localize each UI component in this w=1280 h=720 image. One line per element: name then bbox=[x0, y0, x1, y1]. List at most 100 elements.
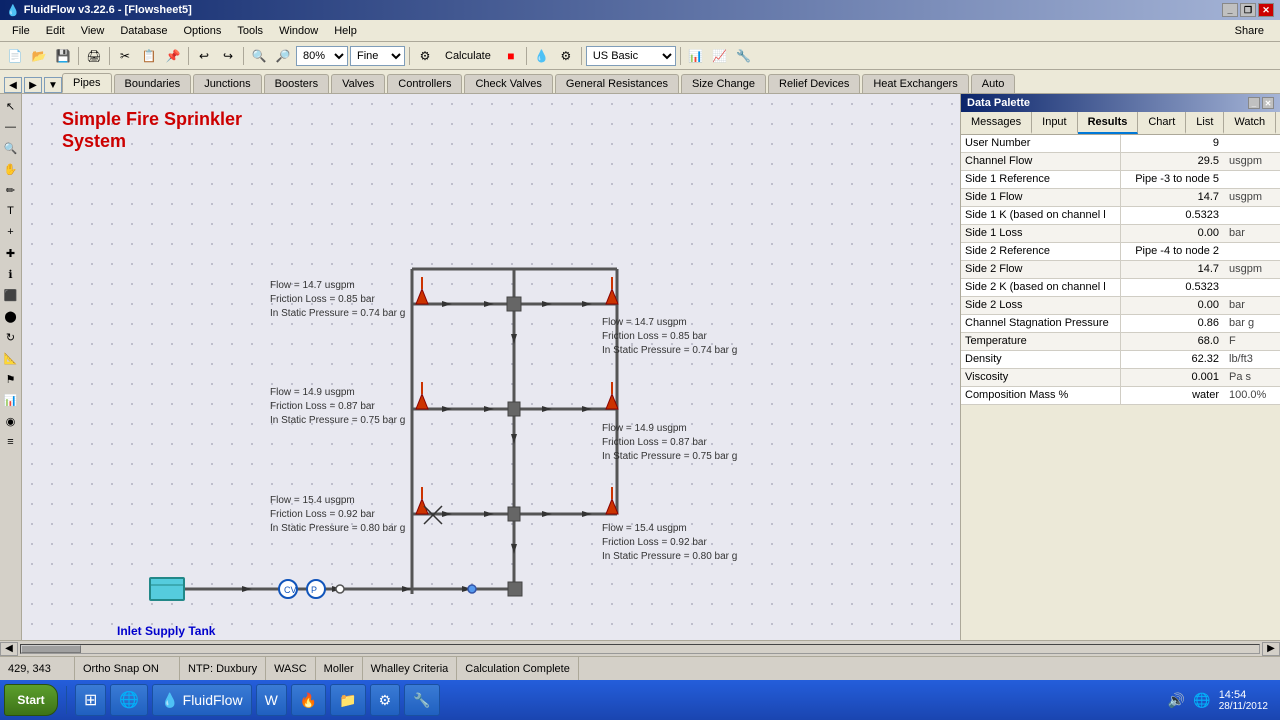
tool1[interactable]: 📊 bbox=[685, 45, 707, 67]
tab-watch[interactable]: Watch bbox=[1224, 112, 1276, 134]
tab-next[interactable]: ▶ bbox=[24, 77, 42, 93]
tab-input[interactable]: Input bbox=[1032, 112, 1077, 134]
tool2[interactable]: 📈 bbox=[709, 45, 731, 67]
paste-button[interactable]: 📌 bbox=[162, 45, 184, 67]
menu-edit[interactable]: Edit bbox=[38, 23, 73, 39]
tab-size-change[interactable]: Size Change bbox=[681, 74, 766, 93]
taskbar-btn-file[interactable]: 📁 bbox=[330, 684, 365, 716]
more-tool[interactable]: ≡ bbox=[1, 432, 21, 452]
tray-speaker[interactable]: 🔊 bbox=[1168, 692, 1185, 709]
pipe-tool[interactable]: — bbox=[1, 117, 21, 137]
canvas-area[interactable]: Simple Fire Sprinkler System bbox=[22, 94, 960, 640]
menu-window[interactable]: Window bbox=[271, 23, 326, 39]
minimize-button[interactable]: _ bbox=[1222, 3, 1238, 17]
data-row-9[interactable]: Side 2 Loss0.00bar bbox=[961, 297, 1280, 315]
component-tool[interactable]: ⬛ bbox=[1, 285, 21, 305]
chart-tool[interactable]: 📊 bbox=[1, 390, 21, 410]
data-row-4[interactable]: Side 1 K (based on channel l0.5323 bbox=[961, 207, 1280, 225]
settings-icon[interactable]: ⚙ bbox=[555, 45, 577, 67]
menu-options[interactable]: Options bbox=[175, 23, 229, 39]
open-button[interactable]: 📂 bbox=[28, 45, 50, 67]
tab-results[interactable]: Results bbox=[1078, 112, 1139, 134]
zoom-out-button[interactable]: 🔎 bbox=[272, 45, 294, 67]
taskbar-btn-gear[interactable]: ⚙ bbox=[370, 684, 401, 716]
add-tool[interactable]: + bbox=[1, 222, 21, 242]
share-button[interactable]: Share bbox=[1227, 23, 1272, 39]
tab-valves[interactable]: Valves bbox=[331, 74, 385, 93]
redo-button[interactable]: ↪ bbox=[217, 45, 239, 67]
data-row-3[interactable]: Side 1 Flow14.7usgpm bbox=[961, 189, 1280, 207]
data-row-13[interactable]: Viscosity0.001Pa s bbox=[961, 369, 1280, 387]
menu-file[interactable]: File bbox=[4, 23, 38, 39]
extra-tool[interactable]: ◉ bbox=[1, 411, 21, 431]
tool3[interactable]: 🔧 bbox=[733, 45, 755, 67]
select-tool[interactable]: ↖ bbox=[1, 96, 21, 116]
ortho-status[interactable]: Ortho Snap ON bbox=[75, 657, 180, 680]
data-row-7[interactable]: Side 2 Flow14.7usgpm bbox=[961, 261, 1280, 279]
tab-menu[interactable]: ▼ bbox=[44, 77, 62, 93]
tab-boundaries[interactable]: Boundaries bbox=[114, 74, 192, 93]
tab-auto[interactable]: Auto bbox=[971, 74, 1016, 93]
scroll-left[interactable]: ◀ bbox=[0, 642, 18, 656]
node-tool[interactable]: ⬤ bbox=[1, 306, 21, 326]
h-scroll[interactable]: ◀ ▶ bbox=[0, 640, 1280, 656]
detail-select[interactable]: Fine Coarse bbox=[350, 46, 405, 66]
start-button[interactable]: Start bbox=[4, 684, 58, 716]
flag-tool[interactable]: ⚑ bbox=[1, 369, 21, 389]
window-controls[interactable]: _ ❐ ✕ bbox=[1222, 3, 1274, 17]
data-row-12[interactable]: Density62.32lb/ft3 bbox=[961, 351, 1280, 369]
data-row-8[interactable]: Side 2 K (based on channel l0.5323 bbox=[961, 279, 1280, 297]
tab-check-valves[interactable]: Check Valves bbox=[464, 74, 552, 93]
data-row-5[interactable]: Side 1 Loss0.00bar bbox=[961, 225, 1280, 243]
taskbar-btn-word[interactable]: W bbox=[256, 684, 287, 716]
data-row-14[interactable]: Composition Mass %water100.0% bbox=[961, 387, 1280, 405]
menu-view[interactable]: View bbox=[73, 23, 113, 39]
menu-tools[interactable]: Tools bbox=[229, 23, 271, 39]
tray-network[interactable]: 🌐 bbox=[1193, 692, 1210, 709]
menu-database[interactable]: Database bbox=[112, 23, 175, 39]
scroll-thumb[interactable] bbox=[21, 645, 81, 653]
taskbar-btn-1[interactable]: ⊞ bbox=[75, 684, 106, 716]
tab-junctions[interactable]: Junctions bbox=[193, 74, 261, 93]
close-button[interactable]: ✕ bbox=[1258, 3, 1274, 17]
data-row-10[interactable]: Channel Stagnation Pressure0.86bar g bbox=[961, 315, 1280, 333]
tab-relief-devices[interactable]: Relief Devices bbox=[768, 74, 860, 93]
scroll-track[interactable] bbox=[20, 644, 1260, 654]
tab-messages[interactable]: Messages bbox=[961, 112, 1032, 134]
calculate-button[interactable]: Calculate bbox=[438, 45, 498, 67]
taskbar-btn-2[interactable]: 🌐 bbox=[110, 684, 148, 716]
data-row-0[interactable]: User Number9 bbox=[961, 135, 1280, 153]
taskbar-btn-fluidsim[interactable]: 💧 FluidFlow bbox=[152, 684, 251, 716]
text-tool[interactable]: T bbox=[1, 201, 21, 221]
tab-pipes[interactable]: Pipes bbox=[62, 73, 112, 93]
tab-heat-exchangers[interactable]: Heat Exchangers bbox=[862, 74, 968, 93]
data-row-1[interactable]: Channel Flow29.5usgpm bbox=[961, 153, 1280, 171]
cut-button[interactable]: ✂ bbox=[114, 45, 136, 67]
print-button[interactable]: 🖨 bbox=[83, 45, 105, 67]
tab-chart[interactable]: Chart bbox=[1138, 112, 1186, 134]
save-button[interactable]: 💾 bbox=[52, 45, 74, 67]
menu-help[interactable]: Help bbox=[326, 23, 365, 39]
units-select[interactable]: US Basic SI bbox=[586, 46, 676, 66]
info-tool[interactable]: ℹ bbox=[1, 264, 21, 284]
data-row-6[interactable]: Side 2 ReferencePipe -4 to node 2 bbox=[961, 243, 1280, 261]
tab-general-res[interactable]: General Resistances bbox=[555, 74, 679, 93]
tab-prev[interactable]: ◀ bbox=[4, 77, 22, 93]
draw-tool[interactable]: ✏ bbox=[1, 180, 21, 200]
data-row-2[interactable]: Side 1 ReferencePipe -3 to node 5 bbox=[961, 171, 1280, 189]
data-row-11[interactable]: Temperature68.0F bbox=[961, 333, 1280, 351]
tab-boosters[interactable]: Boosters bbox=[264, 74, 329, 93]
scroll-right[interactable]: ▶ bbox=[1262, 642, 1280, 656]
undo-button[interactable]: ↩ bbox=[193, 45, 215, 67]
measure-tool[interactable]: 📐 bbox=[1, 348, 21, 368]
cross-tool[interactable]: ✚ bbox=[1, 243, 21, 263]
zoom-select[interactable]: 80% 100% 50% bbox=[296, 46, 348, 66]
taskbar-btn-wrench[interactable]: 🔧 bbox=[404, 684, 439, 716]
copy-button[interactable]: 📋 bbox=[138, 45, 160, 67]
restore-button[interactable]: ❐ bbox=[1240, 3, 1256, 17]
taskbar-btn-fire[interactable]: 🔥 bbox=[291, 684, 326, 716]
panel-close[interactable]: ✕ bbox=[1262, 97, 1274, 109]
panel-minimize[interactable]: _ bbox=[1248, 97, 1260, 109]
zoom-tool[interactable]: 🔍 bbox=[1, 138, 21, 158]
pan-tool[interactable]: ✋ bbox=[1, 159, 21, 179]
